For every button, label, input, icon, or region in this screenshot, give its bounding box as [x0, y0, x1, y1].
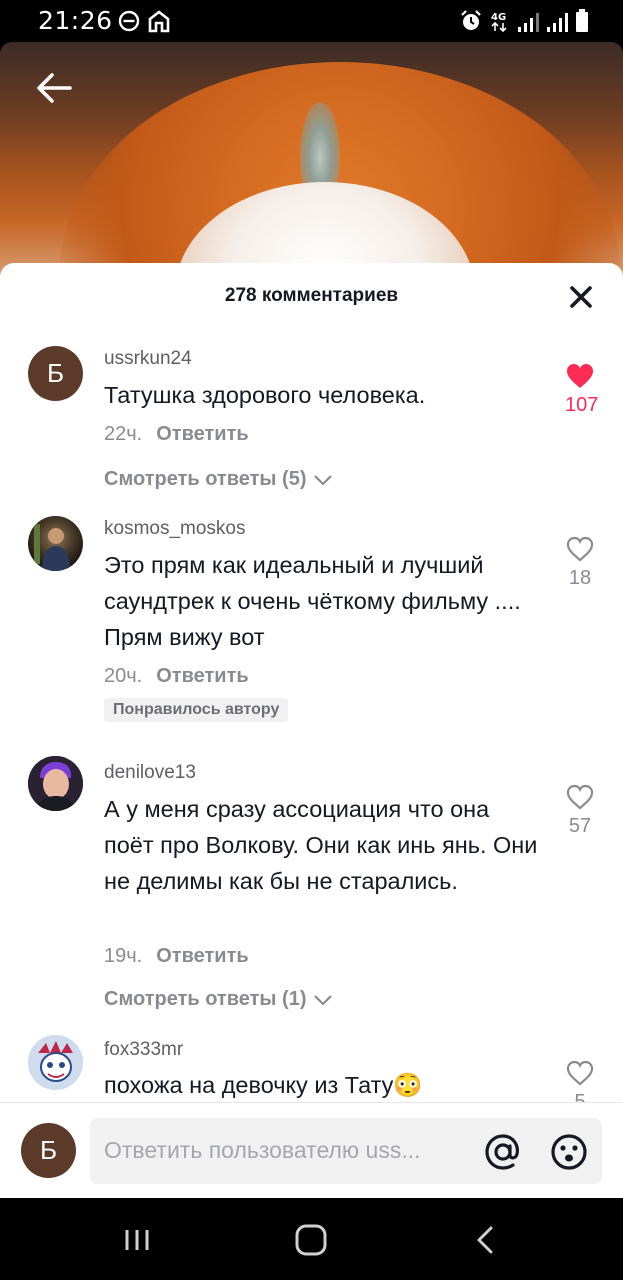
like-button[interactable]: 57: [565, 783, 595, 838]
minus-circle-icon: [118, 10, 140, 32]
comment-item: Б ussrkun24 Татушка здорового человека. …: [0, 340, 623, 500]
alarm-icon: [461, 10, 481, 30]
comment-text: похожа на девочку из Тату😳: [104, 1072, 423, 1098]
battery-icon: [576, 9, 588, 32]
reply-bar: Б Ответить пользователю uss...: [0, 1102, 623, 1198]
reply-button[interactable]: Ответить: [156, 665, 248, 687]
avatar-image: [28, 756, 83, 811]
comment-username[interactable]: ussrkun24: [104, 348, 192, 370]
comments-count-title: 278 комментариев: [224, 285, 399, 306]
like-button[interactable]: 107: [565, 362, 599, 417]
4g-icon: 4G: [491, 12, 507, 33]
system-nav-bar: [0, 1198, 623, 1280]
svg-text:4G: 4G: [491, 12, 506, 23]
status-bar: 21:26 4G: [0, 0, 623, 42]
reply-button[interactable]: Ответить: [156, 945, 248, 967]
comment-item: kosmos_moskos Это прям как идеальный и л…: [0, 509, 623, 749]
comment-meta: 22ч. Ответить: [104, 423, 249, 446]
signal-icon: [518, 13, 539, 32]
comment-text: А у меня сразу ассоциация что она поёт п…: [104, 796, 538, 894]
chevron-down-icon: [313, 474, 332, 486]
avatar[interactable]: [28, 516, 83, 571]
liked-by-creator-badge: Понравилось автору: [104, 698, 289, 722]
arrow-left-icon[interactable]: [30, 64, 78, 112]
like-count: 57: [568, 815, 592, 837]
avatar[interactable]: [28, 756, 83, 811]
close-icon[interactable]: [567, 283, 595, 311]
status-time: 21:26: [38, 6, 113, 35]
heart-outline-icon: [566, 784, 594, 810]
view-replies-button[interactable]: Смотреть ответы (1): [104, 988, 333, 1011]
comment-text: Это прям как идеальный и лучший саундтре…: [104, 552, 521, 650]
comments-sheet: 278 комментариев Б ussrkun24 Татушка здо…: [0, 263, 623, 1198]
reply-button[interactable]: Ответить: [156, 423, 248, 445]
recents-icon[interactable]: [119, 1222, 155, 1258]
view-replies-label: Смотреть ответы (5): [104, 468, 307, 490]
heart-outline-icon: [566, 1060, 594, 1086]
reply-placeholder: Ответить пользователю uss...: [104, 1137, 421, 1163]
like-count: 18: [568, 567, 592, 589]
view-replies-label: Смотреть ответы (1): [104, 988, 307, 1010]
heart-filled-icon: [567, 364, 593, 388]
my-avatar: Б: [21, 1123, 76, 1178]
home-icon: [148, 10, 170, 33]
avatar[interactable]: Б: [28, 346, 83, 401]
comment-time: 22ч.: [104, 423, 143, 445]
emoji-icon[interactable]: [549, 1132, 589, 1172]
comment-item: denilove13 А у меня сразу ассоциация что…: [0, 753, 623, 1023]
video-background: [0, 42, 623, 282]
comment-username[interactable]: kosmos_moskos: [104, 518, 246, 540]
avatar-image: [28, 1035, 83, 1090]
comment-username[interactable]: fox333mr: [104, 1039, 183, 1061]
comment-time: 20ч.: [104, 665, 143, 687]
home-icon[interactable]: [293, 1222, 329, 1258]
like-button[interactable]: 18: [565, 535, 595, 590]
comment-username[interactable]: denilove13: [104, 762, 196, 784]
comment-meta: 20ч. Ответить: [104, 665, 249, 688]
avatar[interactable]: [28, 1035, 83, 1090]
chevron-down-icon: [313, 994, 332, 1006]
comment-item: fox333mr похожа на девочку из Тату😳 5: [0, 1031, 623, 1113]
avatar-image: [34, 524, 70, 571]
like-count: 107: [565, 394, 599, 416]
view-replies-button[interactable]: Смотреть ответы (5): [104, 468, 333, 491]
reply-input[interactable]: Ответить пользователю uss...: [90, 1118, 602, 1184]
back-icon[interactable]: [468, 1222, 504, 1258]
sheet-header: 278 комментариев: [0, 263, 623, 329]
comment-meta: 19ч. Ответить: [104, 945, 249, 968]
signal-icon: [547, 13, 568, 32]
heart-outline-icon: [566, 536, 594, 562]
comment-text: Татушка здорового человека.: [104, 382, 426, 408]
comment-time: 19ч.: [104, 945, 143, 967]
at-icon[interactable]: [483, 1132, 523, 1172]
